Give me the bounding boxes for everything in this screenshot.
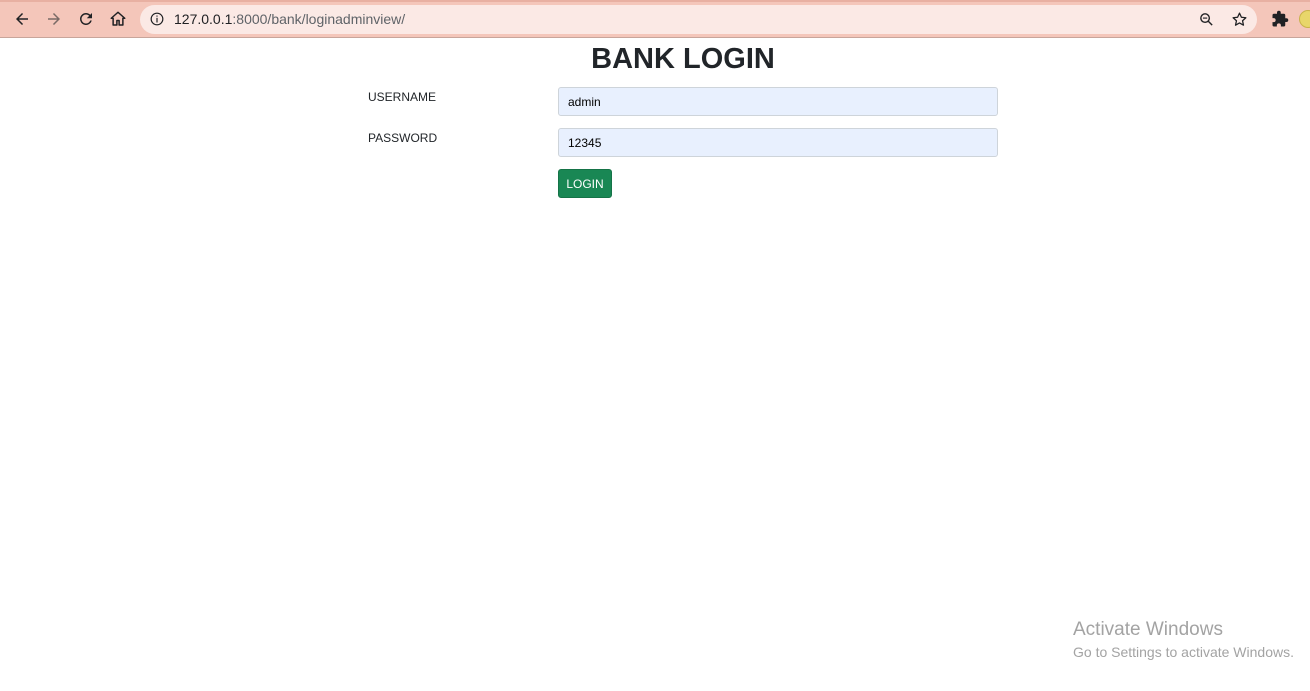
browser-toolbar: 127.0.0.1:8000/bank/loginadminview/ xyxy=(0,0,1310,38)
zoom-icon xyxy=(1200,13,1213,26)
reload-button[interactable] xyxy=(75,8,97,30)
login-button[interactable]: LOGIN xyxy=(558,169,612,198)
username-label: USERNAME xyxy=(368,90,437,104)
password-label: PASSWORD xyxy=(368,131,438,145)
extensions-icon[interactable] xyxy=(1271,10,1289,28)
profile-avatar[interactable] xyxy=(1299,10,1310,28)
info-icon[interactable] xyxy=(150,12,164,26)
back-icon xyxy=(16,13,28,25)
address-bar[interactable]: 127.0.0.1:8000/bank/loginadminview/ xyxy=(140,5,1257,34)
page-title: BANK LOGIN xyxy=(591,43,775,75)
activate-windows-subtitle: Go to Settings to activate Windows. xyxy=(1073,644,1294,660)
home-icon xyxy=(110,11,126,26)
back-button[interactable] xyxy=(11,8,33,30)
zoom-button[interactable] xyxy=(1198,11,1215,28)
forward-icon xyxy=(48,13,60,25)
bookmark-button[interactable] xyxy=(1231,11,1248,28)
tab-strip xyxy=(0,0,1310,2)
url-text[interactable]: 127.0.0.1:8000/bank/loginadminview/ xyxy=(174,5,405,34)
url-path: :8000/bank/loginadminview/ xyxy=(232,11,406,27)
home-button[interactable] xyxy=(107,8,129,30)
activate-windows-title: Activate Windows xyxy=(1073,619,1223,640)
password-input[interactable] xyxy=(558,128,998,157)
forward-button[interactable] xyxy=(43,8,65,30)
url-host: 127.0.0.1 xyxy=(174,11,233,27)
star-icon xyxy=(1232,12,1247,26)
reload-icon xyxy=(79,12,92,25)
username-input[interactable] xyxy=(558,87,998,116)
